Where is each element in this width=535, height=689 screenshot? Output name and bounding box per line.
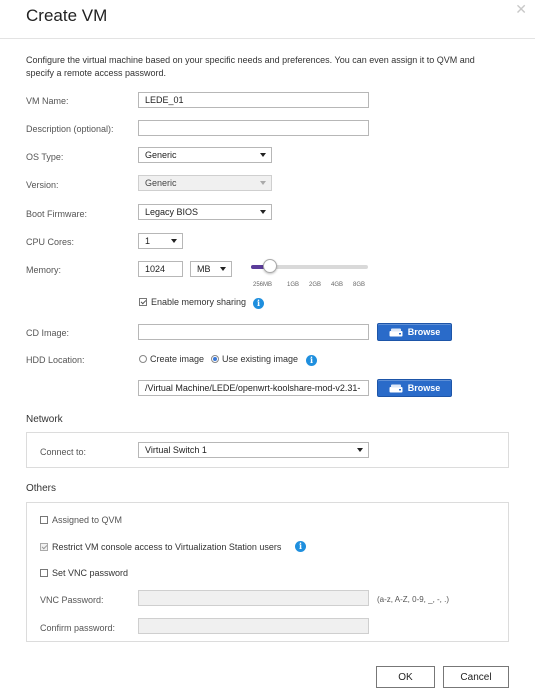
memory-input[interactable]: 1024 [138,261,183,277]
cd-image-label: CD Image: [26,328,70,338]
hdd-path-input[interactable]: /Virtual Machine/LEDE/openwrt-koolshare-… [138,380,369,396]
boot-firmware-value: Legacy BIOS [145,207,199,217]
memory-unit-select[interactable]: MB [190,261,232,277]
cpu-cores-select[interactable]: 1 [138,233,183,249]
description-input[interactable] [138,120,369,136]
vnc-password-input[interactable] [138,590,369,606]
assigned-qvm-checkbox[interactable] [40,516,48,524]
memory-tick-label: 1GB [287,282,300,288]
browse-label: Browse [407,327,441,337]
dialog-title: Create VM [26,6,108,25]
use-existing-image-radio[interactable] [211,355,219,363]
version-label: Version: [26,180,59,190]
create-vm-dialog: ✕ Create VM Configure the virtual machin… [0,0,535,689]
vm-name-input[interactable]: LEDE_01 [138,92,369,108]
vnc-password-label: VNC Password: [40,595,104,605]
cancel-button[interactable]: Cancel [443,666,509,688]
connect-to-value: Virtual Switch 1 [145,445,207,455]
chevron-down-icon [260,181,266,185]
use-existing-image-label: Use existing image [222,354,299,364]
cd-image-input[interactable] [138,324,369,340]
intro-text: Configure the virtual machine based on y… [26,55,475,78]
info-icon[interactable]: i [295,541,306,552]
memory-label: Memory: [26,265,62,275]
version-select: Generic [138,175,272,191]
restrict-console-label: Restrict VM console access to Virtualiza… [52,542,282,552]
boot-firmware-select[interactable]: Legacy BIOS [138,204,272,220]
cpu-cores-value: 1 [145,236,151,246]
title-divider [0,38,535,39]
info-icon[interactable]: i [253,298,264,309]
version-value: Generic [145,178,177,188]
memory-tick-label: 256MB [253,282,273,288]
vnc-password-hint: (a-z, A-Z, 0-9, _, -, .) [377,595,450,604]
boot-firmware-label: Boot Firmware: [26,209,88,219]
network-section-title: Network [26,414,63,425]
os-type-select[interactable]: Generic [138,147,272,163]
ok-button[interactable]: OK [376,666,435,688]
chevron-down-icon [171,239,177,243]
os-type-label: OS Type: [26,152,64,162]
close-icon[interactable]: ✕ [515,2,527,16]
browse-label: Browse [407,383,441,393]
cpu-cores-label: CPU Cores: [26,237,75,247]
chevron-down-icon [260,153,266,157]
restrict-console-checkbox[interactable] [40,543,48,551]
connect-to-label: Connect to: [40,447,87,457]
drive-icon [389,328,403,336]
create-image-radio[interactable] [139,355,147,363]
memory-sharing-checkbox[interactable] [139,298,147,306]
chevron-down-icon [260,210,266,214]
memory-sharing-label: Enable memory sharing [151,297,247,307]
set-vnc-password-checkbox[interactable] [40,569,48,577]
info-icon[interactable]: i [306,355,317,366]
memory-tick-label: 2GB [309,282,322,288]
memory-unit-value: MB [197,264,211,274]
connect-to-select[interactable]: Virtual Switch 1 [138,442,369,458]
memory-slider-handle[interactable] [262,259,277,273]
chevron-down-icon [220,267,226,271]
create-image-label: Create image [150,354,205,364]
chevron-down-icon [357,448,363,452]
assigned-qvm-label: Assigned to QVM [52,515,123,525]
set-vnc-password-label: Set VNC password [52,568,129,578]
os-type-value: Generic [145,150,177,160]
confirm-password-label: Confirm password: [40,623,116,633]
confirm-password-input[interactable] [138,618,369,634]
vm-name-label: VM Name: [26,96,69,106]
description-label: Description (optional): [26,124,114,134]
memory-tick-label: 8GB [353,282,366,288]
memory-tick-label: 4GB [331,282,344,288]
cd-image-browse-button[interactable]: Browse [377,323,452,341]
others-section-title: Others [26,483,57,494]
drive-icon [389,384,403,392]
hdd-location-label: HDD Location: [26,355,85,365]
hdd-browse-button[interactable]: Browse [377,379,452,397]
